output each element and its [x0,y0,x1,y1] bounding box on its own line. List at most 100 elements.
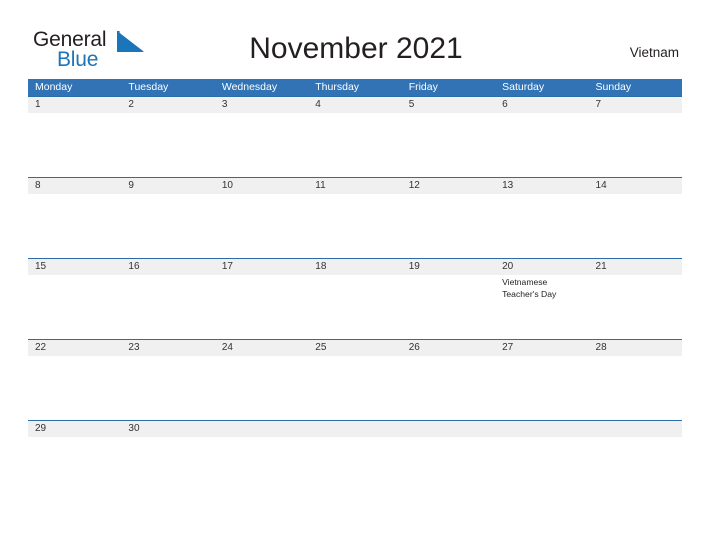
page-title: November 2021 [249,32,463,65]
day-cell[interactable]: 22 [28,340,121,356]
calendar-week-row: 15 16 17 18 19 20 21 Vietnamese Teacher'… [28,258,682,339]
day-cell[interactable]: 18 [308,259,401,275]
country-label: Vietnam [629,45,679,60]
day-cell-empty [402,421,495,437]
day-number: 13 [502,180,514,191]
day-number: 22 [35,342,47,353]
day-number: 29 [35,423,47,434]
day-events[interactable] [28,194,121,258]
day-cell[interactable]: 8 [28,178,121,194]
day-events [589,437,682,501]
day-cell[interactable]: 30 [121,421,214,437]
day-cell[interactable]: 19 [402,259,495,275]
weekday-header-tuesday: Tuesday [128,81,169,93]
week-date-band: 29 30 [28,421,682,437]
day-events[interactable] [121,437,214,501]
event-label: Vietnamese Teacher's Day [502,277,557,299]
weekday-header-saturday: Saturday [502,81,545,93]
day-events[interactable] [589,275,682,339]
day-events[interactable] [28,275,121,339]
day-cell[interactable]: 11 [308,178,401,194]
day-events[interactable] [215,356,308,420]
day-events[interactable] [308,113,401,177]
day-events[interactable] [215,113,308,177]
day-cell[interactable]: 1 [28,97,121,113]
day-cell[interactable]: 3 [215,97,308,113]
day-events[interactable] [495,113,588,177]
day-number: 28 [595,342,607,353]
day-cell[interactable]: 20 [495,259,588,275]
day-events[interactable] [308,356,401,420]
day-number: 20 [502,261,514,272]
day-cell[interactable]: 13 [495,178,588,194]
day-events-holiday[interactable]: Vietnamese Teacher's Day [495,275,588,339]
week-events-band: Vietnamese Teacher's Day [28,275,682,339]
day-events[interactable] [28,113,121,177]
day-cell[interactable]: 28 [589,340,682,356]
day-events[interactable] [495,356,588,420]
day-number: 6 [502,99,508,110]
day-cell[interactable]: 27 [495,340,588,356]
day-events[interactable] [402,194,495,258]
day-events[interactable] [308,275,401,339]
day-cell[interactable]: 29 [28,421,121,437]
day-number: 10 [221,180,233,191]
day-cell[interactable]: 23 [121,340,214,356]
day-cell[interactable]: 26 [402,340,495,356]
calendar-week-row: 8 9 10 11 12 13 14 [28,177,682,258]
day-cell-empty [215,421,308,437]
calendar-week-row: 29 30 [28,420,682,501]
day-events[interactable] [28,437,121,501]
day-cell[interactable]: 7 [589,97,682,113]
day-cell[interactable]: 5 [402,97,495,113]
day-cell[interactable]: 6 [495,97,588,113]
day-events[interactable] [121,194,214,258]
day-cell[interactable]: 14 [589,178,682,194]
day-number: 27 [502,342,514,353]
day-cell[interactable]: 2 [121,97,214,113]
day-events[interactable] [215,194,308,258]
day-number: 3 [221,99,228,110]
day-cell[interactable]: 24 [215,340,308,356]
week-events-band [28,194,682,258]
day-cell[interactable]: 16 [121,259,214,275]
day-number: 30 [128,423,140,434]
weekday-header-friday: Friday [408,81,438,93]
day-cell[interactable]: 17 [215,259,308,275]
day-events[interactable] [495,194,588,258]
day-events[interactable] [121,275,214,339]
calendar-grid: Monday Tuesday Wednesday Thursday Friday… [28,79,682,501]
day-events[interactable] [28,356,121,420]
week-events-band [28,356,682,420]
day-cell[interactable]: 9 [121,178,214,194]
day-number: 12 [408,180,420,191]
day-events[interactable] [402,356,495,420]
day-number: 7 [595,99,602,110]
day-number: 23 [128,342,140,353]
day-events[interactable] [121,356,214,420]
day-events[interactable] [402,113,495,177]
day-number: 8 [35,180,41,191]
week-date-band: 8 9 10 11 12 13 14 [28,178,682,194]
day-events[interactable] [589,356,682,420]
day-events[interactable] [215,275,308,339]
day-cell[interactable]: 12 [402,178,495,194]
day-number: 9 [128,180,134,191]
day-events[interactable] [121,113,214,177]
day-events [308,437,401,501]
day-cell[interactable]: 25 [308,340,401,356]
day-number: 1 [35,99,41,110]
day-events[interactable] [589,113,682,177]
weekday-header-row: Monday Tuesday Wednesday Thursday Friday… [28,79,682,96]
day-cell[interactable]: 10 [215,178,308,194]
day-events[interactable] [589,194,682,258]
day-cell[interactable]: 15 [28,259,121,275]
day-events[interactable] [402,275,495,339]
week-date-band: 1 2 3 4 5 6 7 [28,97,682,113]
day-cell-empty [495,421,588,437]
day-events[interactable] [308,194,401,258]
day-number: 26 [408,342,420,353]
day-number: 21 [595,261,607,272]
day-cell[interactable]: 21 [589,259,682,275]
day-cell[interactable]: 4 [308,97,401,113]
